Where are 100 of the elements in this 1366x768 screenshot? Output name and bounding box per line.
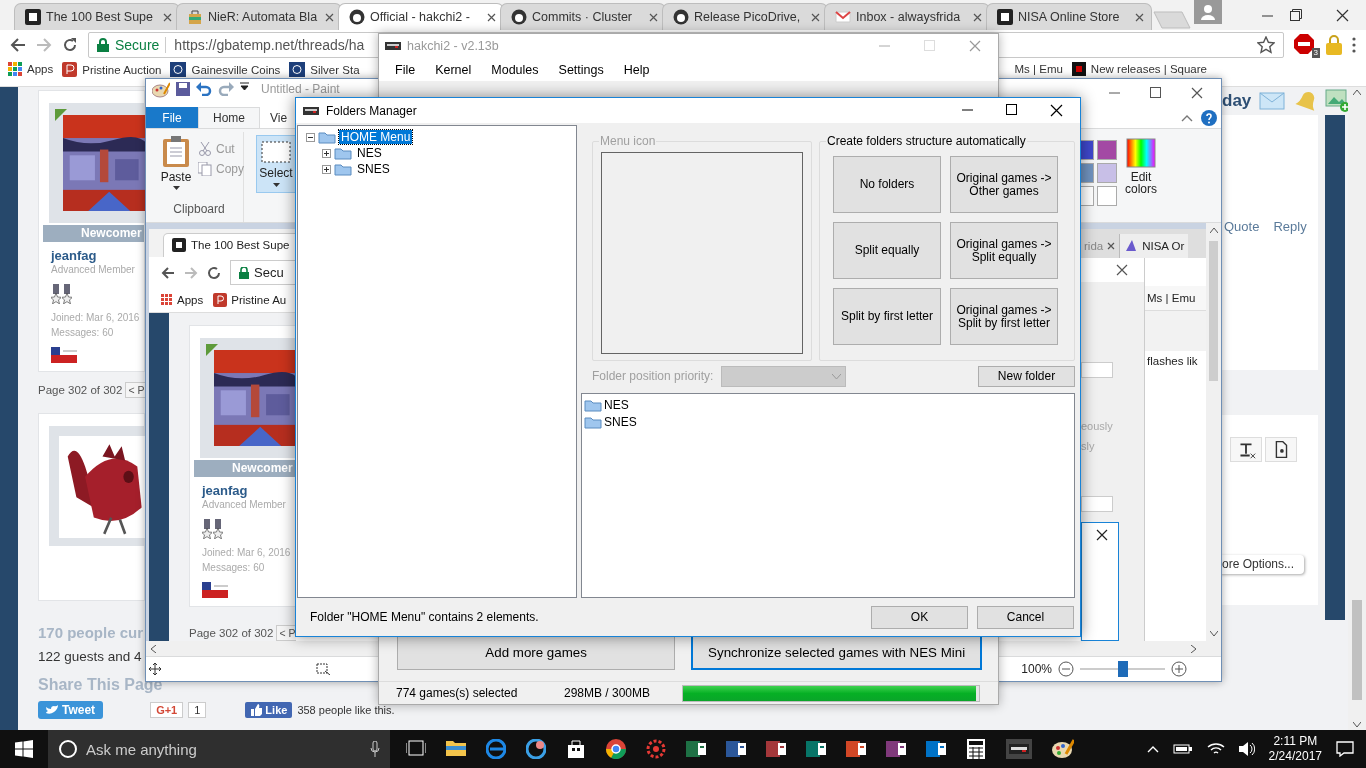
reload-icon[interactable]: [207, 265, 221, 280]
zoom-slider[interactable]: [1080, 661, 1165, 677]
reload-icon[interactable]: [62, 37, 78, 53]
paint-icon[interactable]: [1052, 739, 1074, 759]
restore-icon[interactable]: [1290, 9, 1302, 21]
search-field[interactable]: Ask me anything: [48, 730, 390, 768]
input-field[interactable]: [1081, 496, 1113, 512]
list-item[interactable]: SNES: [604, 414, 637, 429]
close-icon[interactable]: [1050, 104, 1063, 117]
preset-button[interactable]: Split by first letter: [833, 288, 941, 345]
profile-icon[interactable]: [1194, 0, 1222, 24]
bookmark[interactable]: New releases | Square: [1071, 62, 1207, 76]
expand-box-icon[interactable]: [322, 164, 331, 174]
start-icon[interactable]: [15, 740, 33, 758]
notification-icon[interactable]: [1336, 741, 1354, 757]
bookmark[interactable]: Silver Sta: [289, 62, 360, 77]
bookmark[interactable]: Ms | Emu: [1145, 286, 1206, 311]
menu-item[interactable]: Settings: [558, 62, 604, 77]
speaker-icon[interactable]: [1238, 742, 1255, 756]
file-tab[interactable]: File: [146, 107, 198, 128]
battery-icon[interactable]: [1172, 743, 1193, 755]
app-tile-icon[interactable]: [766, 739, 786, 759]
preset-button[interactable]: No folders: [833, 156, 941, 213]
edit-colors-button[interactable]: Edit colors: [1121, 138, 1161, 222]
undo-icon[interactable]: [196, 82, 212, 96]
plus-one-button[interactable]: G+1: [150, 702, 184, 718]
maximize-icon[interactable]: [1150, 87, 1161, 98]
ribbon-tab[interactable]: Vie: [260, 107, 298, 128]
folder-icon[interactable]: [446, 739, 466, 757]
browser-icon[interactable]: [606, 739, 626, 759]
pager-button[interactable]: < P: [276, 625, 296, 641]
save-icon[interactable]: [176, 82, 190, 96]
bookmark[interactable]: Pristine Auction: [62, 62, 162, 77]
bookmark[interactable]: Ms | Emu: [1014, 62, 1063, 76]
zoom-out-icon[interactable]: [1058, 661, 1074, 677]
bookmark[interactable]: Gainesville Coins: [170, 62, 281, 77]
task-view-icon[interactable]: [406, 739, 426, 757]
cancel-button[interactable]: Cancel: [977, 605, 1074, 629]
preset-button[interactable]: Original games -> Other games: [950, 156, 1058, 213]
menu-icon[interactable]: [1352, 37, 1356, 53]
preset-button[interactable]: Original games -> Split by first letter: [950, 288, 1058, 345]
pager-button[interactable]: < P: [125, 382, 148, 398]
scrollbar-thumb[interactable]: [1209, 241, 1218, 381]
app-tile-icon[interactable]: [846, 739, 866, 759]
more-options-button[interactable]: ore Options...: [1220, 555, 1304, 574]
menu-item[interactable]: Help: [623, 62, 650, 77]
app-tile-icon[interactable]: [686, 739, 706, 759]
dropdown-icon[interactable]: [240, 82, 249, 90]
controller-icon[interactable]: [1006, 739, 1032, 759]
menu-item[interactable]: Modules: [491, 62, 539, 77]
close-icon[interactable]: [1191, 87, 1203, 99]
expand-box-icon[interactable]: [322, 148, 331, 158]
input-field[interactable]: [1081, 362, 1113, 378]
chevron-up-icon[interactable]: [1146, 745, 1159, 753]
collapse-icon[interactable]: [1181, 113, 1193, 122]
star-icon[interactable]: [1257, 36, 1275, 54]
scrollbar-thumb[interactable]: [1352, 600, 1362, 700]
preset-button[interactable]: Split equally: [833, 222, 941, 279]
post-link[interactable]: Reply: [1273, 219, 1307, 370]
tree-item[interactable]: NES: [355, 146, 384, 160]
color-swatch[interactable]: [1097, 186, 1117, 206]
maximize-icon[interactable]: [1006, 104, 1017, 115]
list-item[interactable]: NES: [604, 397, 629, 412]
app-tile-icon[interactable]: [926, 739, 946, 759]
preset-button[interactable]: Original games -> Split equally: [950, 222, 1058, 279]
tree-item[interactable]: SNES: [355, 162, 392, 176]
address-bar[interactable]: Secu: [230, 260, 296, 286]
app-icon[interactable]: [526, 739, 546, 759]
app-tile-icon[interactable]: [726, 739, 746, 759]
close-icon[interactable]: [1096, 529, 1108, 541]
close-icon[interactable]: [1116, 264, 1128, 276]
help-icon[interactable]: [1201, 109, 1217, 126]
app-tile-icon[interactable]: [886, 739, 906, 759]
clock[interactable]: 2:11 PM 2/24/2017: [1268, 734, 1322, 764]
new-folder-button[interactable]: New folder: [978, 365, 1075, 387]
post-link[interactable]: Quote: [1224, 219, 1260, 370]
close-icon[interactable]: [1336, 8, 1349, 22]
back-icon[interactable]: [161, 265, 175, 280]
browser-tab[interactable]: NISA Or: [1119, 234, 1189, 258]
clear-format-icon[interactable]: [1230, 437, 1262, 462]
slider-thumb[interactable]: [1117, 661, 1128, 677]
like-button[interactable]: Like: [245, 702, 293, 718]
tree-item[interactable]: HOME Menu: [339, 130, 413, 144]
select-button[interactable]: Select: [256, 135, 296, 193]
app-tile-icon[interactable]: [806, 739, 826, 759]
file-icon[interactable]: [1265, 437, 1297, 462]
back-icon[interactable]: [10, 37, 26, 53]
bookmark[interactable]: Apps: [161, 294, 204, 307]
bookmark[interactable]: Apps: [8, 62, 54, 76]
wifi-icon[interactable]: [1206, 742, 1225, 756]
paste-button[interactable]: Paste: [154, 136, 198, 202]
bookmark[interactable]: Pristine Au: [213, 293, 287, 308]
close-icon[interactable]: [487, 12, 496, 22]
zoom-in-icon[interactable]: [1171, 661, 1187, 677]
color-swatch[interactable]: [1097, 163, 1117, 183]
store-icon[interactable]: [566, 739, 586, 759]
menu-item[interactable]: Kernel: [435, 62, 472, 77]
ribbon-tab[interactable]: Home: [198, 107, 260, 128]
ad-block-button[interactable]: 3: [1294, 34, 1316, 56]
ok-button[interactable]: OK: [871, 605, 968, 629]
